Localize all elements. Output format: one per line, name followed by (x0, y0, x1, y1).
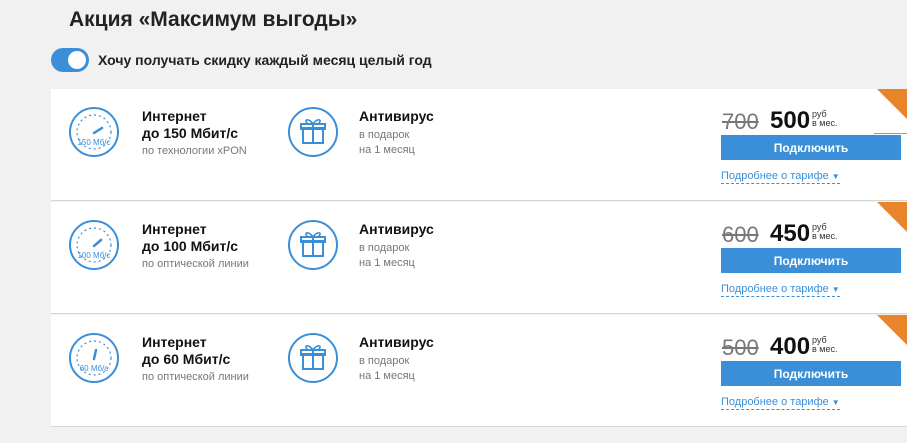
gift-line1: в подарок (359, 129, 410, 141)
old-price: 500 (722, 335, 759, 360)
price-currency: руб в мес. (812, 110, 837, 128)
discount-toggle-label: Хочу получать скидку каждый месяц целый … (98, 52, 432, 68)
discount-corner-badge (877, 89, 907, 119)
speedometer-icon (68, 106, 120, 158)
tariff-card: 100 Мб/с Интернет до 100 Мбит/с по оптич… (51, 202, 907, 314)
old-price: 700 (722, 109, 759, 134)
tariff-details-label: Подробнее о тарифе (721, 396, 829, 408)
tariff-title-line2: до 150 Мбит/с (142, 125, 239, 141)
tariff-details-label: Подробнее о тарифе (721, 283, 829, 295)
discount-corner-badge (877, 315, 907, 345)
gift-line1: в подарок (359, 355, 410, 367)
speedometer-icon (68, 332, 120, 384)
page-title: Акция «Максимум выгоды» (69, 8, 358, 31)
tariff-card: 60 Мб/с Интернет до 60 Мбит/с по оптичес… (51, 315, 907, 427)
tariff-subtitle: по оптической линии (142, 258, 249, 270)
discount-toggle[interactable] (51, 48, 89, 72)
tariff-title-line1: Интернет (142, 108, 207, 124)
gift-line1: в подарок (359, 242, 410, 254)
speed-icon-label: 60 Мб/с (79, 364, 109, 373)
discount-toggle-row: Хочу получать скидку каждый месяц целый … (51, 48, 432, 72)
tariff-card: 150 Мб/с Интернет до 150 Мбит/с по техно… (51, 89, 907, 201)
currency-line2: в мес. (812, 344, 838, 354)
connect-button[interactable]: Подключить (721, 135, 901, 160)
tariff-title: Интернет до 60 Мбит/с (142, 334, 230, 368)
gift-icon (287, 332, 339, 384)
connect-button[interactable]: Подключить (721, 248, 901, 273)
new-price: 500 (770, 107, 811, 134)
tariff-details-link[interactable]: Подробнее о тарифе ▼ (721, 170, 840, 184)
gift-subtitle: в подарок на 1 месяц (359, 354, 415, 384)
gift-line2: на 1 месяц (359, 257, 415, 269)
tariff-title: Интернет до 100 Мбит/с (142, 221, 238, 255)
gift-line2: на 1 месяц (359, 144, 415, 156)
tariff-title-line2: до 60 Мбит/с (142, 351, 231, 367)
discount-corner-badge (877, 202, 907, 232)
tariff-title: Интернет до 150 Мбит/с (142, 108, 238, 142)
speed-icon-label: 150 Мб/с (77, 138, 111, 147)
tariff-details-label: Подробнее о тарифе (721, 170, 829, 182)
toggle-knob (68, 51, 86, 69)
tariff-title-line2: до 100 Мбит/с (142, 238, 239, 254)
chevron-down-icon: ▼ (831, 398, 840, 407)
gift-icon (287, 219, 339, 271)
chevron-down-icon: ▼ (831, 172, 840, 181)
gift-title: Антивирус (359, 108, 434, 124)
connect-button[interactable]: Подключить (721, 361, 901, 386)
speedometer-icon (68, 219, 120, 271)
new-price: 400 (770, 333, 811, 360)
speed-icon-label: 100 Мб/с (77, 251, 111, 260)
currency-line2: в мес. (812, 118, 838, 128)
price-currency: руб в мес. (812, 223, 837, 241)
gift-subtitle: в подарок на 1 месяц (359, 128, 415, 158)
gift-title: Антивирус (359, 334, 434, 350)
tariff-details-link[interactable]: Подробнее о тарифе ▼ (721, 396, 840, 410)
corner-divider (874, 133, 907, 134)
tariff-details-link[interactable]: Подробнее о тарифе ▼ (721, 283, 840, 297)
chevron-down-icon: ▼ (831, 285, 840, 294)
tariff-title-line1: Интернет (142, 334, 207, 350)
gift-subtitle: в подарок на 1 месяц (359, 241, 415, 271)
tariff-subtitle: по технологии xPON (142, 145, 247, 157)
tariff-title-line1: Интернет (142, 221, 207, 237)
price-currency: руб в мес. (812, 336, 837, 354)
tariff-subtitle: по оптической линии (142, 371, 249, 383)
gift-icon (287, 106, 339, 158)
gift-line2: на 1 месяц (359, 370, 415, 382)
old-price: 600 (722, 222, 759, 247)
currency-line2: в мес. (812, 231, 838, 241)
new-price: 450 (770, 220, 811, 247)
gift-title: Антивирус (359, 221, 434, 237)
